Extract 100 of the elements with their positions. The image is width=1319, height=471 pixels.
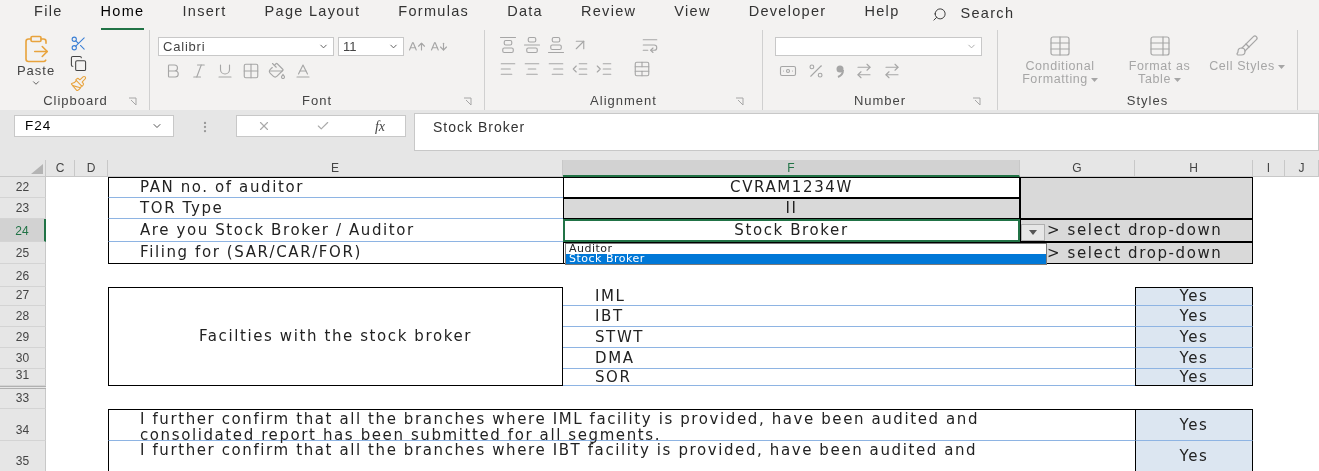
row-header[interactable]: 31 [0, 369, 46, 386]
column-header[interactable]: I [1253, 160, 1285, 177]
font-name-field[interactable]: Calibri [158, 37, 334, 56]
wrap-text-icon[interactable] [641, 36, 659, 54]
italic-icon[interactable] [190, 62, 208, 80]
align-top-icon[interactable] [499, 36, 517, 54]
paste-button[interactable]: Paste [10, 34, 62, 88]
ribbon-tab[interactable]: File [34, 1, 63, 30]
caret-icon [1029, 230, 1037, 235]
ribbon-tab[interactable]: Data [507, 1, 543, 30]
column-header[interactable]: F [563, 160, 1020, 177]
answer-cell[interactable]: Yes [1135, 348, 1253, 369]
group-label: Styles [1126, 92, 1169, 111]
row-header[interactable]: 29 [0, 327, 46, 348]
align-center-icon[interactable] [523, 60, 541, 78]
form-label-cell: TOR Type [108, 198, 563, 219]
group-label: Number [853, 92, 907, 111]
number-format-field[interactable] [775, 37, 982, 56]
caret-icon[interactable] [1277, 64, 1285, 69]
ribbon-tab[interactable]: Page Layout [264, 1, 361, 30]
column-header[interactable]: D [75, 160, 108, 177]
formula-input[interactable]: Stock Broker [414, 113, 1319, 151]
value-cell[interactable]: Stock Broker [563, 219, 1020, 242]
dropdown-option[interactable]: Stock Broker [566, 254, 1046, 264]
borders-icon[interactable] [242, 62, 260, 80]
dialog-launcher-icon[interactable] [463, 96, 472, 106]
ribbon-tab[interactable]: Review [580, 1, 637, 30]
cancel-icon[interactable] [257, 119, 271, 133]
dropdown-arrow-button[interactable] [1021, 224, 1045, 241]
select-all-corner[interactable] [0, 160, 46, 177]
answer-cell[interactable]: Yes [1135, 327, 1253, 348]
increase-indent-icon[interactable] [595, 60, 613, 78]
group-label: Font [302, 92, 332, 111]
hint-text: > select drop-down [1047, 242, 1223, 264]
form-label-cell: Filing for (SAR/CAR/FOR) [108, 242, 563, 264]
column-header[interactable]: C [46, 160, 75, 177]
search-button[interactable]: Search [931, 3, 1015, 30]
answer-cell[interactable]: Yes [1135, 409, 1253, 441]
form-label-cell: PAN no. of auditor [108, 177, 563, 198]
facility-cell: SOR [563, 369, 1135, 386]
value-cell[interactable]: CVRAM1234W [563, 177, 1020, 198]
caret-icon[interactable] [1090, 77, 1098, 82]
answer-cell[interactable]: Yes [1135, 287, 1253, 306]
comma-style-icon[interactable] [835, 64, 845, 78]
answer-cell[interactable]: Yes [1135, 306, 1253, 327]
merge-cells-icon[interactable] [633, 60, 651, 78]
row-header[interactable]: 34 [0, 409, 46, 441]
align-right-icon[interactable] [547, 60, 565, 78]
ribbon-tab[interactable]: Help [864, 1, 900, 30]
font-size-field[interactable]: 11 [338, 37, 404, 56]
decrease-indent-icon[interactable] [571, 60, 589, 78]
row-header[interactable]: 28 [0, 306, 46, 327]
name-box[interactable]: F24 [14, 115, 174, 137]
decimal-arrows-icon[interactable] [855, 62, 873, 80]
column-header[interactable]: E [108, 160, 563, 177]
dialog-launcher-icon[interactable] [972, 96, 981, 106]
merged-label-cell: Facilties with the stock broker [108, 287, 563, 386]
group-label: Alignment [590, 92, 657, 111]
column-header[interactable]: J [1285, 160, 1319, 177]
font-color-icon[interactable] [294, 62, 312, 80]
locked-value-cell[interactable]: II [563, 198, 1020, 219]
row-header[interactable]: 22 [0, 177, 46, 198]
row-header[interactable]: 35 [0, 441, 46, 471]
row-header[interactable]: 24 [0, 219, 46, 242]
decimal-arrows-icon[interactable] [883, 62, 901, 80]
facility-cell: IBT [563, 306, 1135, 327]
dialog-launcher-icon[interactable] [128, 96, 137, 106]
column-header[interactable]: G [1020, 160, 1135, 177]
caret-icon [31, 78, 41, 88]
row-header[interactable]: 25 [0, 242, 46, 264]
percent-icon[interactable] [807, 62, 825, 80]
row-header[interactable]: 30 [0, 348, 46, 369]
caret-icon[interactable] [1173, 77, 1181, 82]
answer-cell[interactable]: Yes [1135, 369, 1253, 386]
copy-icon[interactable] [70, 55, 87, 72]
group-label: Clipboard [43, 92, 108, 111]
align-middle-icon[interactable] [523, 36, 541, 54]
row-header[interactable]: 27 [0, 287, 46, 306]
enter-icon[interactable] [315, 119, 330, 133]
ribbon-tab[interactable]: View [674, 1, 711, 30]
search-icon [931, 6, 947, 22]
fill-color-icon[interactable] [268, 62, 286, 80]
ribbon-tab[interactable]: Developer [748, 1, 827, 30]
facility-cell: STWT [563, 327, 1135, 348]
answer-cell[interactable]: Yes [1135, 441, 1253, 471]
ribbon-tab[interactable]: Insert [182, 1, 227, 30]
form-label-cell: Are you Stock Broker / Auditor [108, 219, 563, 242]
column-header[interactable]: H [1135, 160, 1253, 177]
corner-triangle-icon [31, 164, 43, 174]
align-bottom-icon[interactable] [547, 36, 565, 54]
row-header[interactable]: 33 [0, 389, 46, 409]
facility-cell: DMA [563, 348, 1135, 369]
dialog-launcher-icon[interactable] [735, 96, 744, 106]
row-header[interactable]: 23 [0, 198, 46, 219]
facility-cell: IML [563, 287, 1135, 306]
align-left-icon[interactable] [499, 60, 517, 78]
insert-function-button[interactable]: fx [374, 115, 385, 137]
underline-icon[interactable] [216, 62, 234, 80]
ribbon-tab[interactable]: Formulas [398, 1, 470, 30]
row-header[interactable]: 26 [0, 264, 46, 287]
